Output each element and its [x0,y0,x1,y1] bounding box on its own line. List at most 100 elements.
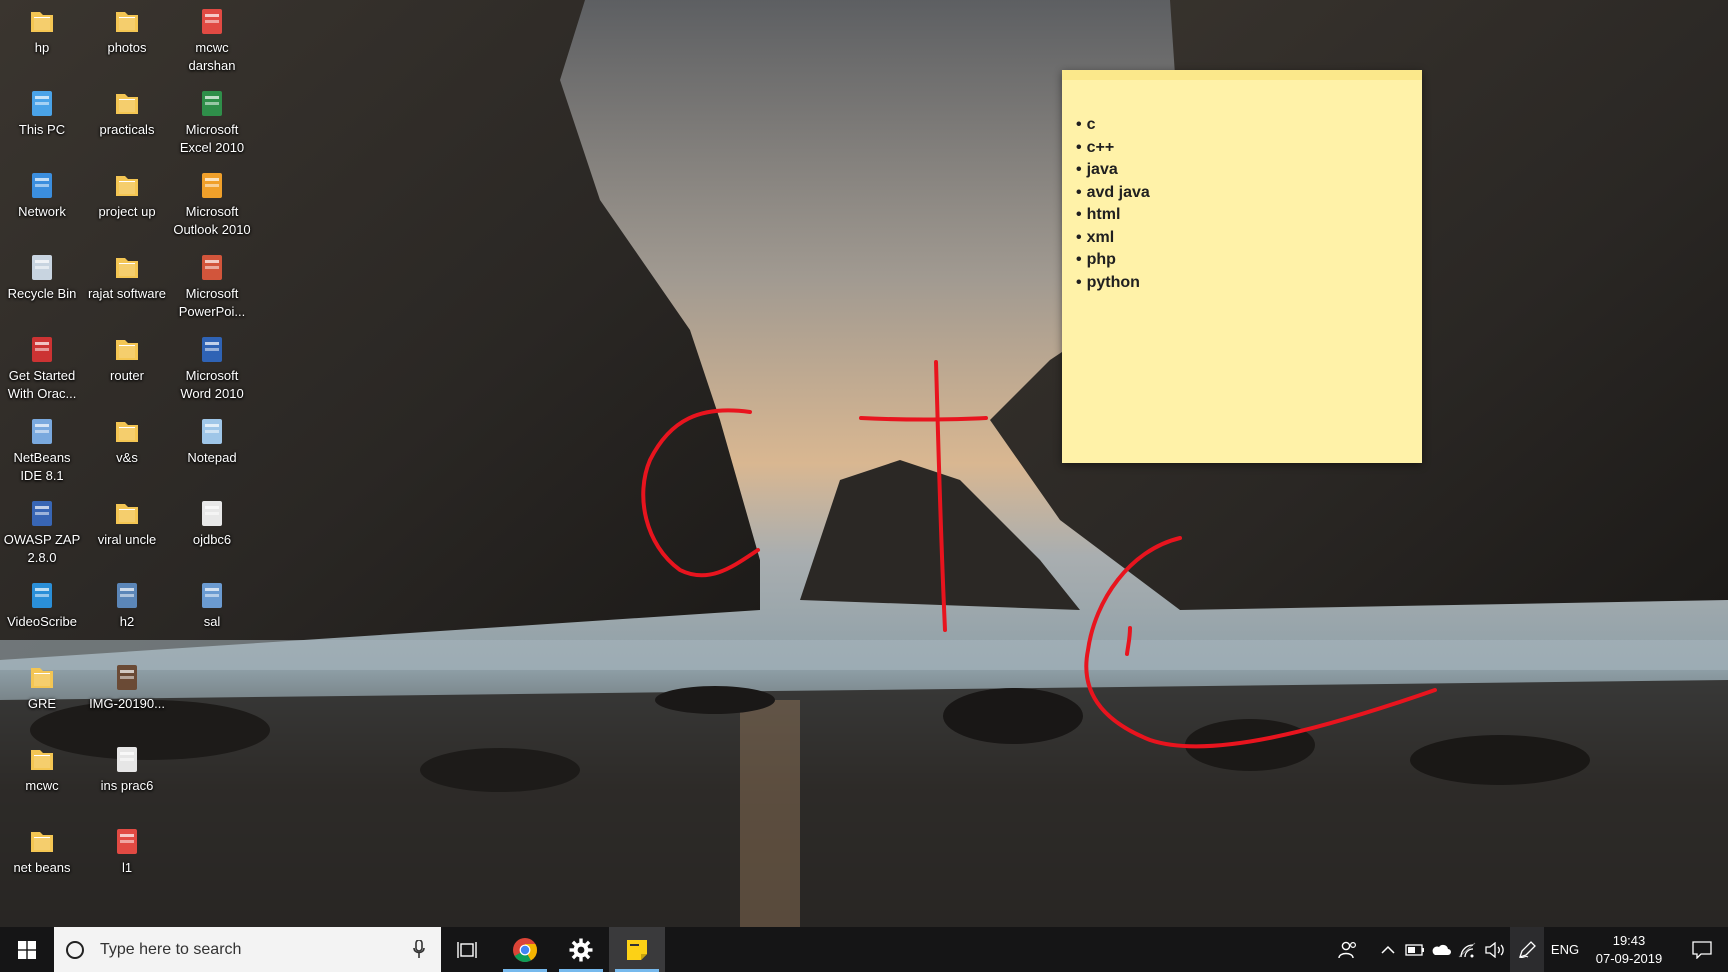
desktop-icon[interactable]: photos [85,0,169,57]
task-view-icon [457,941,477,958]
desktop-icon[interactable]: IMG-20190... [85,656,169,713]
desktop-icon-label: viral uncle [97,532,157,547]
desktop-icon[interactable]: l1 [85,820,169,877]
sticky-note-item: html [1076,204,1422,227]
windows-ink-button[interactable] [1510,927,1544,972]
folder-icon [110,250,144,284]
desktop-icon[interactable]: Microsoft PowerPoi... [170,246,254,321]
desktop-icon-label: mcwc darshan [188,40,236,73]
desktop-icon[interactable]: mcwc [0,738,84,795]
desktop-icon[interactable]: Recycle Bin [0,246,84,303]
folder-icon [110,86,144,120]
sticky-note-item: c [1076,114,1422,137]
chevron-up-icon [1381,945,1395,954]
recycle-bin-icon [25,250,59,284]
desktop-icon[interactable]: sal [170,574,254,631]
desktop-icon-label: NetBeans IDE 8.1 [13,450,71,483]
desktop-icon[interactable]: OWASP ZAP 2.8.0 [0,492,84,567]
computer-icon [25,86,59,120]
desktop-icon[interactable]: rajat software [85,246,169,303]
pdf-icon [110,824,144,858]
desktop-icon[interactable]: hp [0,0,84,57]
desktop-icon[interactable]: Microsoft Excel 2010 [170,82,254,157]
excel-icon [195,86,229,120]
netbeans-icon [25,414,59,448]
desktop-icon[interactable]: Notepad [170,410,254,467]
people-icon [1338,941,1357,958]
desktop-icon[interactable]: practicals [85,82,169,139]
taskbar-sticky-notes[interactable] [609,927,665,972]
desktop-icon-label: GRE [27,696,57,711]
network-button[interactable] [1454,927,1480,972]
start-button[interactable] [0,927,54,972]
action-center-button[interactable] [1676,927,1728,972]
clock[interactable]: 19:43 07-09-2019 [1584,927,1674,972]
desktop-icon[interactable]: GRE [0,656,84,713]
pen-icon [1518,940,1536,958]
sticky-note[interactable]: cc++javaavd javahtmlxmlphppython [1062,70,1422,463]
desktop-icon[interactable]: ins prac6 [85,738,169,795]
wallpaper [0,0,1728,927]
desktop-icon-label: Microsoft Word 2010 [180,368,244,401]
desktop-icon[interactable]: net beans [0,820,84,877]
desktop-icon[interactable]: h2 [85,574,169,631]
battery-button[interactable] [1402,927,1428,972]
desktop-icon-label: Recycle Bin [7,286,77,301]
language-indicator[interactable]: ENG [1548,927,1582,972]
h2-icon [110,578,144,612]
desktop-icon-label: VideoScribe [7,614,77,629]
taskbar-settings[interactable] [553,927,609,972]
desktop-icon[interactable]: Microsoft Word 2010 [170,328,254,403]
desktop-icon-label: ojdbc6 [192,532,232,547]
desktop-icon[interactable]: Microsoft Outlook 2010 [170,164,254,239]
desktop-icon-label: Microsoft Excel 2010 [179,122,245,155]
sticky-note-item: avd java [1076,182,1422,205]
powerpoint-icon [195,250,229,284]
notepad-icon [195,414,229,448]
desktop-icon[interactable]: ojdbc6 [170,492,254,549]
document-icon [110,742,144,776]
desktop-icon-label: router [110,368,144,383]
taskbar-search-box[interactable] [54,927,441,972]
onedrive-button[interactable] [1428,927,1454,972]
folder-icon [25,4,59,38]
task-view-button[interactable] [441,927,493,972]
desktop-icon-label: l1 [121,860,133,875]
desktop-icon-label: Network [18,204,66,219]
desktop-icon[interactable]: Get Started With Orac... [0,328,84,403]
folder-icon [25,824,59,858]
desktop-icon[interactable]: VideoScribe [0,574,84,631]
desktop-icon-label: project up [98,204,156,219]
desktop-icon[interactable]: viral uncle [85,492,169,549]
wifi-icon [1458,942,1476,957]
onedrive-icon [1432,944,1451,955]
desktop-icon[interactable]: v&s [85,410,169,467]
volume-button[interactable] [1482,927,1508,972]
notification-icon [1692,940,1712,959]
desktop-icon[interactable]: NetBeans IDE 8.1 [0,410,84,485]
taskbar-chrome[interactable] [497,927,553,972]
microphone-icon[interactable] [413,939,425,964]
sal-icon [195,578,229,612]
sticky-note-header[interactable] [1062,70,1422,80]
desktop-icon[interactable]: project up [85,164,169,221]
desktop-icon[interactable]: mcwc darshan [170,0,254,75]
desktop-icon-label: Get Started With Orac... [7,368,77,401]
people-button[interactable] [1330,927,1366,972]
desktop-icon[interactable]: Network [0,164,84,221]
show-hidden-icons-button[interactable] [1376,927,1400,972]
desktop-icon-label: hp [34,40,50,55]
desktop-icon[interactable]: router [85,328,169,385]
sticky-note-item: php [1076,249,1422,272]
search-input[interactable] [98,939,402,960]
desktop-icon-label: IMG-20190... [89,696,165,711]
clock-time: 19:43 [1612,932,1646,948]
sticky-note-item: java [1076,159,1422,182]
desktop: hp photos mcwc darshan This PC practicals Mic… [0,0,1728,927]
sticky-note-list: cc++javaavd javahtmlxmlphppython [1062,80,1422,294]
desktop-icon-label: This PC [18,122,66,137]
desktop-icon[interactable]: This PC [0,82,84,139]
word-icon [195,332,229,366]
pdf-icon [195,4,229,38]
desktop-icon-label: Microsoft PowerPoi... [178,286,246,319]
